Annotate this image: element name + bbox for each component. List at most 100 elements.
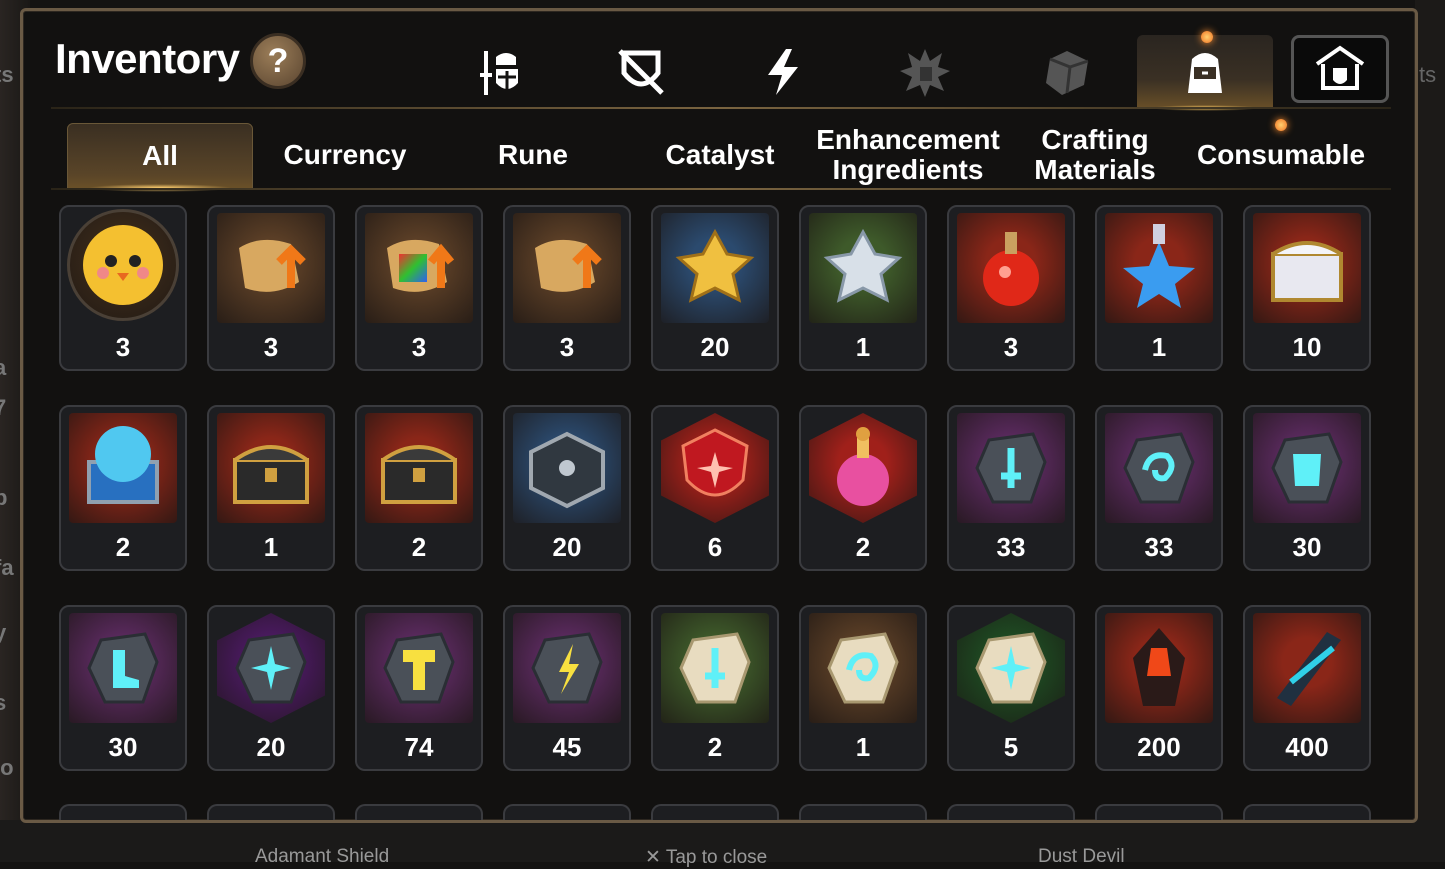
item-slot[interactable]: 30 (59, 605, 187, 771)
bg-item-name: Adamant Shield (255, 846, 390, 867)
bg-letter: 7 (0, 395, 7, 420)
tab-currency[interactable]: Currency (253, 123, 437, 187)
tab-rune-category[interactable]: Rune (441, 123, 625, 187)
item-slot[interactable]: 1 (1095, 205, 1223, 371)
star-rune-stone-icon (217, 613, 325, 723)
gold-chest-icon (365, 413, 473, 523)
item-count: 200 (1137, 732, 1181, 762)
tabs-divider (51, 188, 1391, 190)
star-white-stone-icon (957, 613, 1065, 723)
item-count: 1 (855, 332, 871, 362)
page-title: Inventory (55, 35, 240, 82)
red-potion-icon (957, 213, 1065, 323)
tab-consumable[interactable]: Consumable (1189, 123, 1373, 187)
item-count: 2 (707, 732, 723, 762)
item-slot[interactable]: 20 (651, 205, 779, 371)
item-count: 5 (1003, 732, 1019, 762)
item-slot[interactable]: 2 (355, 405, 483, 571)
item-slot[interactable]: 2 (651, 605, 779, 771)
item-slot[interactable]: 20 (503, 405, 631, 571)
item-slot[interactable]: 200 (1095, 605, 1223, 771)
frame-corner (23, 11, 45, 33)
spiky-emblem-icon (900, 49, 950, 97)
bg-letter: s (0, 690, 7, 715)
item-slot-partial[interactable] (799, 804, 927, 820)
item-slot[interactable]: 400 (1243, 605, 1371, 771)
swirl-rune-stone-icon (1105, 413, 1213, 523)
tab-cube[interactable] (999, 35, 1135, 109)
crossed-shield-icon (618, 49, 664, 95)
item-slot[interactable]: 2 (59, 405, 187, 571)
item-slot[interactable]: 6 (651, 405, 779, 571)
item-slot[interactable]: 30 (1243, 405, 1371, 571)
item-slot[interactable]: 10 (1243, 205, 1371, 371)
item-slot[interactable]: 33 (1095, 405, 1223, 571)
item-slot-partial[interactable] (1095, 804, 1223, 820)
item-count: 3 (115, 332, 131, 362)
item-slot[interactable]: 1 (207, 405, 335, 571)
blue-star-potion-icon (1105, 213, 1213, 323)
item-count: 3 (559, 332, 575, 362)
item-slot-partial[interactable] (59, 804, 187, 820)
cube-icon (1046, 51, 1089, 95)
item-count: 10 (1292, 332, 1322, 362)
scroll-upgrade-icon (513, 213, 621, 323)
item-count: 3 (1003, 332, 1019, 362)
item-slot[interactable]: 3 (947, 205, 1075, 371)
item-count: 20 (700, 332, 730, 362)
item-slot[interactable]: 3 (355, 205, 483, 371)
item-count: 1 (855, 732, 871, 762)
item-slot-partial[interactable] (651, 804, 779, 820)
frame-corner (1393, 11, 1415, 33)
bg-letter: ts (0, 62, 14, 87)
tab-rune[interactable] (857, 35, 993, 109)
item-slot[interactable]: 3 (503, 205, 631, 371)
item-slot[interactable]: 5 (947, 605, 1075, 771)
item-count: 30 (1292, 532, 1322, 562)
bg-letter: fa (0, 555, 14, 580)
item-count: 2 (411, 532, 427, 562)
item-count: 20 (552, 532, 582, 562)
tab-hero-equipment[interactable] (431, 35, 567, 109)
backpack-icon (1188, 53, 1222, 93)
tab-storage[interactable] (1291, 35, 1389, 103)
item-slot[interactable]: 20 (207, 605, 335, 771)
item-count: 6 (707, 532, 723, 562)
item-count: 20 (256, 732, 286, 762)
tab-no-equipment[interactable] (573, 35, 709, 109)
bg-letter: a (0, 355, 7, 380)
item-slot-partial[interactable] (947, 804, 1075, 820)
item-slot[interactable]: 3 (207, 205, 335, 371)
item-slot-partial[interactable] (503, 804, 631, 820)
tab-backpack[interactable] (1137, 35, 1273, 111)
item-slot[interactable]: 74 (355, 605, 483, 771)
item-count: 33 (1144, 532, 1174, 562)
bg-letter: ts (1419, 62, 1437, 87)
item-count: 1 (263, 532, 279, 562)
tab-enhancement-ingredients[interactable]: Enhancement Ingredients (816, 123, 1000, 187)
item-slot[interactable]: 1 (799, 605, 927, 771)
house-shield-icon (1315, 45, 1365, 90)
tab-catalyst[interactable]: Catalyst (628, 123, 812, 187)
inventory-panel: Inventory ? All Currency Rune Catalyst E… (20, 8, 1418, 823)
item-slot[interactable]: 45 (503, 605, 631, 771)
gold-flower-crystal-icon (661, 213, 769, 323)
tab-artifact[interactable] (715, 35, 851, 109)
item-slot-partial[interactable] (1243, 804, 1371, 820)
item-slot[interactable]: 2 (799, 405, 927, 571)
item-slot[interactable]: 33 (947, 405, 1075, 571)
item-slot[interactable]: 3 (59, 205, 187, 371)
help-button[interactable]: ? (250, 33, 306, 89)
item-slot-partial[interactable] (355, 804, 483, 820)
lightning-rune-stone-icon (513, 613, 621, 723)
red-shield-gem-icon (661, 413, 769, 523)
chick-portrait-icon (67, 209, 179, 321)
tab-crafting-materials[interactable]: Crafting Materials (1003, 123, 1187, 187)
silver-chest-icon (513, 413, 621, 523)
tap-to-close-hint[interactable]: ✕ Tap to close (645, 846, 767, 869)
swirl-white-stone-icon (809, 613, 917, 723)
item-count: 400 (1285, 732, 1329, 762)
tab-all[interactable]: All (67, 123, 253, 192)
item-slot-partial[interactable] (207, 804, 335, 820)
item-slot[interactable]: 1 (799, 205, 927, 371)
